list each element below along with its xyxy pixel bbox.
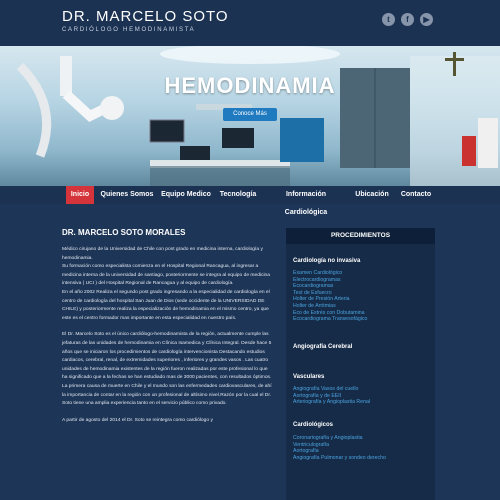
procedure-link[interactable]: Aortografía — [293, 448, 386, 455]
facebook-icon[interactable]: f — [401, 13, 414, 26]
nav-ubicacion[interactable]: Ubicación — [352, 186, 392, 204]
conoce-mas-button[interactable]: Conoce Más — [223, 108, 277, 121]
nav-tecnologia[interactable]: Tecnología — [216, 186, 260, 204]
hero-banner: HEMODINAMIA Conoce Más — [0, 46, 500, 186]
nav-informacion-cardiologica[interactable]: Información Cardiológica — [264, 186, 348, 216]
procedure-link[interactable]: Examen Cardiológico — [293, 270, 367, 277]
logo-title: DR. MARCELO SOTO — [62, 8, 229, 25]
procedure-link[interactable]: Angiografía Vasos del cuello — [293, 386, 370, 393]
procedure-link[interactable]: Arteriografía y Angioplastia Renal — [293, 399, 370, 406]
bio-paragraph: El Dr. Marcelo Soto es el único cardiólo… — [62, 332, 272, 407]
bio-paragraph: Su formación como especialista comienza … — [62, 264, 270, 287]
main-nav: Inicio Quienes Somos Equipo Medico Tecno… — [0, 186, 500, 216]
hero-title: HEMODINAMIA — [164, 73, 336, 98]
section-vasculares: Vasculares — [293, 374, 325, 380]
procedure-link[interactable]: Aortografía y de EEII — [293, 393, 370, 400]
nav-quienes-somos[interactable]: Quienes Somos — [98, 186, 156, 204]
nav-inicio[interactable]: Inicio — [66, 186, 94, 204]
procedure-link[interactable]: Electrocardiogramas — [293, 277, 367, 284]
nav-equipo-medico[interactable]: Equipo Medico — [160, 186, 212, 204]
main-content: DR. MARCELO SOTO MORALES Médico cirujano… — [62, 228, 274, 431]
procedure-link[interactable]: Ecocardiogramas — [293, 283, 367, 290]
procedure-link[interactable]: Coronariografía y Angioplastia — [293, 435, 386, 442]
bio-paragraph: A partir de agosto del 2014 el Dr. Soto … — [62, 417, 213, 423]
logo-subtitle: CARDIÓLOGO HEMODINAMISTA — [62, 27, 196, 33]
procedure-link[interactable]: Angiografía Pulmonar y sondeo derecho — [293, 455, 386, 462]
procedure-link[interactable]: Test de Esfuerzo — [293, 290, 367, 297]
site-header: DR. MARCELO SOTO CARDIÓLOGO HEMODINAMIST… — [0, 0, 500, 46]
page-title: DR. MARCELO SOTO MORALES — [62, 228, 186, 237]
site-logo[interactable]: DR. MARCELO SOTO CARDIÓLOGO HEMODINAMIST… — [62, 8, 229, 34]
procedure-link[interactable]: Ecocardiograma Transesofágico — [293, 316, 367, 323]
section-cardiologia-no-invasiva: Cardiología no invasiva — [293, 258, 361, 264]
bio-paragraph: Médico cirujano de la Universidad de Chi… — [62, 247, 263, 261]
procedure-link[interactable]: Ventriculografía — [293, 442, 386, 449]
procedure-link[interactable]: Holter de Presión Arteria — [293, 296, 367, 303]
list-cardiologia-no-invasiva: Examen Cardiológico Electrocardiogramas … — [293, 270, 367, 323]
section-angiografia-cerebral[interactable]: Angiografía Cerebral — [293, 344, 352, 350]
twitter-icon[interactable]: t — [382, 13, 395, 26]
procedure-link[interactable]: Holter de Arritmias — [293, 303, 367, 310]
bio-paragraph: En el año 2002 Realiza el segundo post g… — [62, 289, 270, 321]
list-vasculares: Angiografía Vasos del cuello Aortografía… — [293, 386, 370, 406]
section-cardiologicos: Cardiológicos — [293, 422, 334, 428]
procedure-link[interactable]: Eco de Estrés con Dobutamina — [293, 310, 367, 317]
nav-contacto[interactable]: Contacto — [396, 186, 436, 204]
procedures-sidebar: PROCEDIMIENTOS Cardiología no invasiva E… — [286, 228, 435, 500]
sidebar-title: PROCEDIMIENTOS — [286, 228, 435, 244]
list-cardiologicos: Coronariografía y Angioplastia Ventricul… — [293, 435, 386, 461]
youtube-icon[interactable]: ▶ — [420, 13, 433, 26]
